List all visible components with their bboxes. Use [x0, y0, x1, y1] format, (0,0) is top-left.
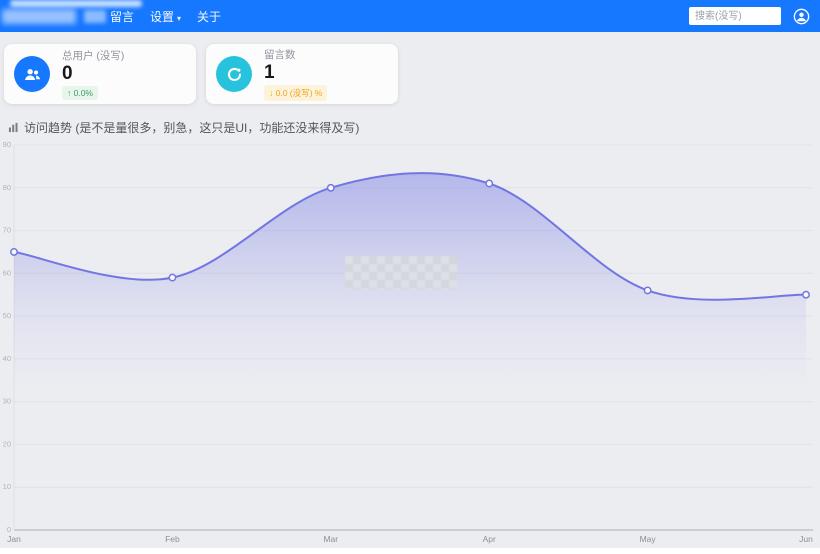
card-total-users: 总用户 (没写) 0 ↑ 0.0%: [4, 44, 196, 104]
svg-text:30: 30: [3, 397, 11, 406]
blurred-badge: [84, 10, 106, 23]
svg-text:40: 40: [3, 354, 11, 363]
svg-text:Mar: Mar: [323, 534, 338, 544]
svg-text:Jun: Jun: [799, 534, 813, 544]
nav-links: 留言 设置▾ 关于: [110, 8, 221, 25]
user-avatar-icon[interactable]: [793, 8, 810, 25]
users-icon: [14, 56, 50, 92]
dashboard-page: 留言 设置▾ 关于 总用户 (没写: [0, 0, 820, 548]
card-content: 留言数 1 ↓ 0.0 (没写) %: [264, 47, 327, 101]
card-title: 留言数: [264, 47, 327, 62]
trend-up-badge: ↑ 0.0%: [62, 86, 98, 100]
svg-text:May: May: [640, 534, 657, 544]
trend-chart: 0 10 20 30 40 50 60 70 80 90 Jan Feb Mar Apr May Jun: [0, 138, 820, 548]
stat-cards: 总用户 (没写) 0 ↑ 0.0% 留言数 1 ↓ 0.0 (没写) %: [4, 44, 398, 104]
svg-text:0: 0: [7, 525, 11, 534]
chart-section-title: 访问趋势 (是不是量很多，别急，这只是UI，功能还没来得及写): [24, 119, 359, 136]
svg-text:70: 70: [3, 226, 11, 235]
svg-text:60: 60: [3, 268, 11, 277]
card-value: 0: [62, 63, 124, 84]
blurred-watermark: [345, 256, 457, 290]
card-content: 总用户 (没写) 0 ↑ 0.0%: [62, 48, 124, 100]
nav-item-settings[interactable]: 设置▾: [150, 8, 181, 25]
bar-chart-icon: [8, 122, 19, 133]
blurred-brand: [2, 9, 76, 24]
nav-item-about[interactable]: 关于: [197, 8, 221, 25]
chevron-down-icon: ▾: [177, 14, 181, 23]
chart-section-header: 访问趋势 (是不是量很多，别急，这只是UI，功能还没来得及写): [8, 119, 359, 136]
blurred-brand-top: [10, 0, 142, 7]
card-title: 总用户 (没写): [62, 48, 124, 63]
svg-text:50: 50: [3, 311, 11, 320]
svg-text:20: 20: [3, 439, 11, 448]
nav-item-messages[interactable]: 留言: [110, 8, 134, 25]
card-message-count: 留言数 1 ↓ 0.0 (没写) %: [206, 44, 398, 104]
top-navbar: 留言 设置▾ 关于: [0, 0, 820, 32]
search-input[interactable]: [689, 7, 781, 25]
svg-text:Apr: Apr: [483, 534, 496, 544]
svg-text:Jan: Jan: [7, 534, 21, 544]
nav-item-settings-label: 设置: [150, 10, 174, 24]
svg-text:Feb: Feb: [165, 534, 180, 544]
svg-text:80: 80: [3, 183, 11, 192]
navbar-right: [689, 7, 820, 25]
svg-text:10: 10: [3, 482, 11, 491]
refresh-icon: [216, 56, 252, 92]
card-value: 1: [264, 62, 327, 83]
svg-text:90: 90: [3, 140, 11, 149]
trend-down-badge: ↓ 0.0 (没写) %: [264, 85, 327, 101]
